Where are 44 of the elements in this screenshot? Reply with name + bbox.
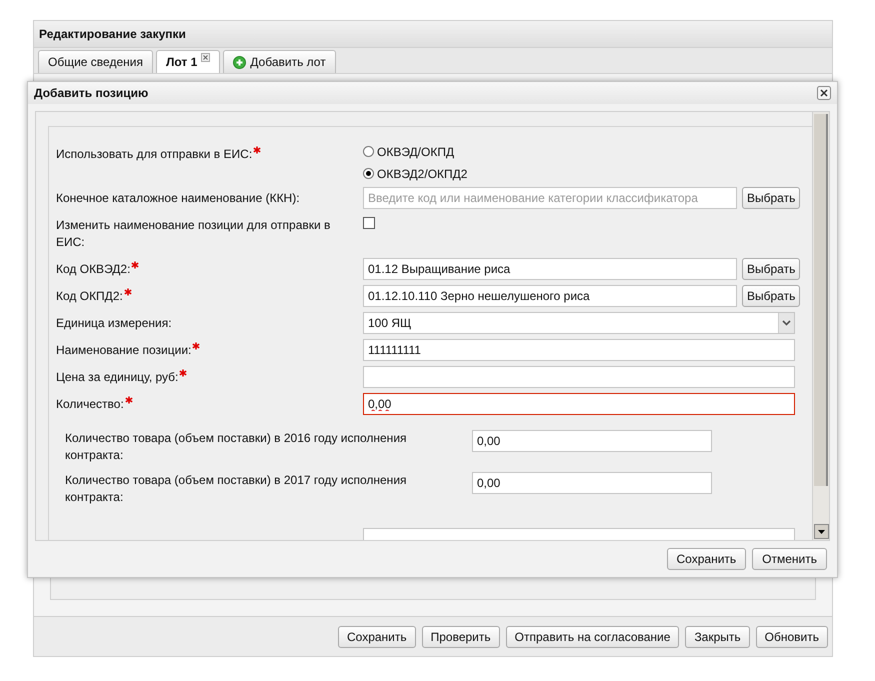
dropdown-field[interactable]: 100 ЯЩ (363, 312, 795, 334)
field-label: Изменить наименование позиции для отправки в ЕИС: (56, 217, 332, 251)
chevron-down-icon[interactable] (778, 313, 794, 333)
field-label: Использовать для отправки в ЕИС: (56, 146, 252, 163)
plus-icon (233, 56, 246, 68)
field-label: Конечное каталожное наименование (ККН): (56, 190, 300, 207)
tab[interactable]: Лот 1 (156, 50, 220, 73)
input-field[interactable]: 0,00 (472, 430, 712, 452)
dialog-title: Добавить позицию (34, 85, 148, 102)
input-field[interactable]: Введите код или наименование категории классификатора (363, 187, 737, 209)
input-field[interactable]: 0,00 (472, 472, 712, 494)
field-label: Код ОКВЭД2: (56, 261, 130, 278)
toolbar-button[interactable]: Закрыть (685, 626, 750, 648)
field-label: Количество: (56, 396, 124, 413)
input-field[interactable]: 01.12 Выращивание риса (363, 258, 737, 280)
select-button[interactable]: Выбрать (742, 187, 800, 209)
input-field[interactable]: 111111111 (363, 339, 795, 361)
radio-option[interactable]: ОКВЭД2/ОКПД2 (363, 165, 468, 182)
tab[interactable]: Добавить лот (223, 50, 336, 73)
field-label: Цена за единицу, руб: (56, 369, 178, 386)
close-icon[interactable] (201, 53, 210, 62)
tab[interactable]: Общие сведения (38, 50, 153, 73)
field-label: Код ОКПД2: (56, 288, 123, 305)
toolbar-button[interactable]: Проверить (422, 626, 500, 648)
input-field[interactable]: 01.12.10.110 Зерно нешелушеного риса (363, 285, 737, 307)
scrollbar[interactable] (812, 112, 829, 540)
dialog-button[interactable]: Сохранить (666, 548, 746, 570)
select-button[interactable]: Выбрать (742, 258, 800, 280)
toolbar-button[interactable]: Обновить (756, 626, 828, 648)
select-button[interactable]: Выбрать (742, 285, 800, 307)
scroll-down-icon[interactable] (814, 524, 829, 539)
page-title: Редактирование закупки (39, 26, 186, 43)
field-label: Количество товара (объем поставки) в 2017 году исполнения контракта: (65, 472, 408, 506)
field-label: Количество товара (объем поставки) в 2016 году исполнения контракта: (65, 430, 408, 464)
field-label: Наименование позиции: (56, 342, 192, 359)
checkbox[interactable] (363, 217, 375, 229)
dialog-button[interactable]: Отменить (752, 548, 827, 570)
toolbar-button[interactable]: Отправить на согласование (506, 626, 680, 648)
field-label: Единица измерения: (56, 315, 172, 332)
input-field[interactable]: 0,00 (363, 393, 795, 415)
toolbar-button[interactable]: Сохранить (338, 626, 416, 648)
close-icon[interactable] (817, 86, 831, 100)
input-field[interactable] (363, 366, 795, 388)
radio-option[interactable]: ОКВЭД/ОКПД (363, 143, 468, 160)
